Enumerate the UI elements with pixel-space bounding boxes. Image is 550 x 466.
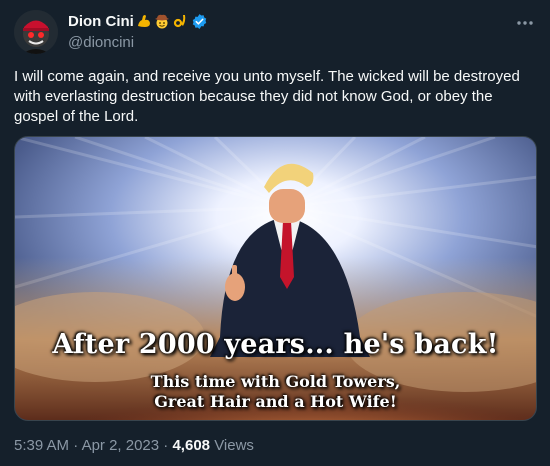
display-name-row: Dion Cini: [68, 11, 208, 31]
tweet-header: Dion Cini @dioncini: [14, 10, 536, 54]
views-label: Views: [214, 437, 254, 454]
views-count: 4,608: [172, 437, 211, 454]
image-caption-main: After 2000 years... he's back!: [52, 329, 499, 360]
tweet-media-image[interactable]: After 2000 years... he's back! This time…: [14, 136, 537, 421]
tweet-time[interactable]: 5:39 AM: [14, 437, 69, 454]
cowboy-hat-face-icon: [154, 13, 170, 29]
more-options-icon[interactable]: [514, 14, 536, 32]
meta-separator-1: ·: [73, 437, 79, 454]
image-caption-line-1: This time with Gold Towers,: [150, 372, 401, 391]
tweet: Dion Cini @dioncini I will come again, a…: [0, 0, 550, 466]
author-names: Dion Cini @dioncini: [68, 11, 208, 51]
flexed-biceps-icon: [136, 13, 152, 29]
meta-separator-2: ·: [163, 437, 169, 454]
tweet-text: I will come again, and receive you unto …: [14, 68, 520, 125]
verified-badge-icon: [191, 13, 208, 30]
display-name[interactable]: Dion Cini: [68, 13, 134, 30]
author-handle[interactable]: @dioncini: [68, 34, 208, 51]
tweet-meta: 5:39 AM · Apr 2, 2023 · 4,608 Views: [14, 437, 254, 454]
avatar[interactable]: [14, 10, 58, 54]
tweet-date[interactable]: Apr 2, 2023: [82, 437, 160, 454]
ok-hand-icon: [172, 13, 188, 29]
image-caption-line-2: Great Hair and a Hot Wife!: [154, 392, 397, 411]
